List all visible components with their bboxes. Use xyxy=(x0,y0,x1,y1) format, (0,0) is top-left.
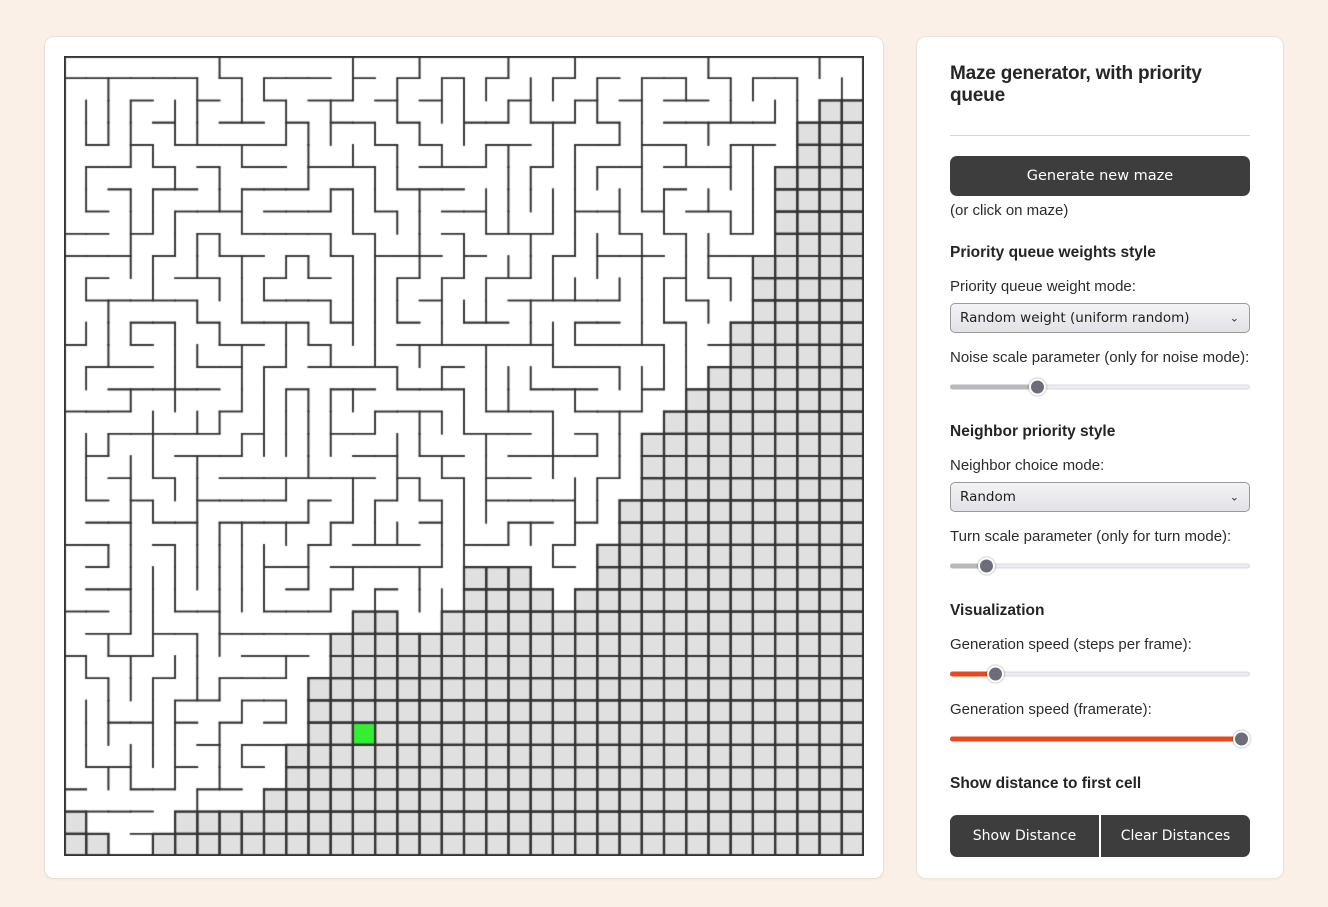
page-title: Maze generator, with priority queue xyxy=(950,63,1202,106)
title-divider xyxy=(950,135,1250,136)
turn-scale-label: Turn scale parameter (only for turn mode… xyxy=(950,528,1232,545)
clear-distances-button[interactable]: Clear Distances xyxy=(1101,815,1250,857)
noise-scale-label: Noise scale parameter (only for noise mo… xyxy=(950,349,1250,366)
slider-fill xyxy=(950,736,1241,742)
noise-scale-slider[interactable] xyxy=(950,376,1250,398)
section-heading-visualization: Visualization xyxy=(950,602,1045,619)
slider-thumb[interactable] xyxy=(977,557,995,575)
app-root: Maze generator, with priority queue Gene… xyxy=(0,0,1328,907)
neighbor-mode-label: Neighbor choice mode: xyxy=(950,457,1105,474)
generate-hint-text: (or click on maze) xyxy=(950,202,1069,219)
steps-per-frame-label: Generation speed (steps per frame): xyxy=(950,636,1192,653)
show-distance-button[interactable]: Show Distance xyxy=(950,815,1099,857)
slider-thumb[interactable] xyxy=(1232,730,1250,748)
turn-scale-slider[interactable] xyxy=(950,555,1250,577)
weight-mode-select[interactable]: Random weight (uniform random) xyxy=(950,303,1250,333)
neighbor-mode-select-wrapper: Random ⌄ xyxy=(950,482,1250,512)
distance-button-group: Show Distance Clear Distances xyxy=(950,815,1250,857)
generate-new-maze-button[interactable]: Generate new maze xyxy=(950,156,1250,196)
slider-fill xyxy=(950,384,1037,390)
section-heading-priority-weights: Priority queue weights style xyxy=(950,244,1156,261)
neighbor-mode-select[interactable]: Random xyxy=(950,482,1250,512)
steps-per-frame-slider[interactable] xyxy=(950,663,1250,685)
control-panel: Maze generator, with priority queue Gene… xyxy=(916,36,1284,879)
slider-thumb[interactable] xyxy=(986,665,1004,683)
section-heading-show-distance: Show distance to first cell xyxy=(950,775,1142,792)
maze-card[interactable] xyxy=(44,36,884,879)
weight-mode-label: Priority queue weight mode: xyxy=(950,278,1136,295)
framerate-slider[interactable] xyxy=(950,728,1250,750)
weight-mode-select-wrapper: Random weight (uniform random) ⌄ xyxy=(950,303,1250,333)
slider-thumb[interactable] xyxy=(1028,378,1046,396)
slider-track xyxy=(950,563,1250,569)
framerate-label: Generation speed (framerate): xyxy=(950,701,1152,718)
maze-canvas[interactable] xyxy=(64,56,864,856)
section-heading-neighbor-priority: Neighbor priority style xyxy=(950,423,1116,440)
